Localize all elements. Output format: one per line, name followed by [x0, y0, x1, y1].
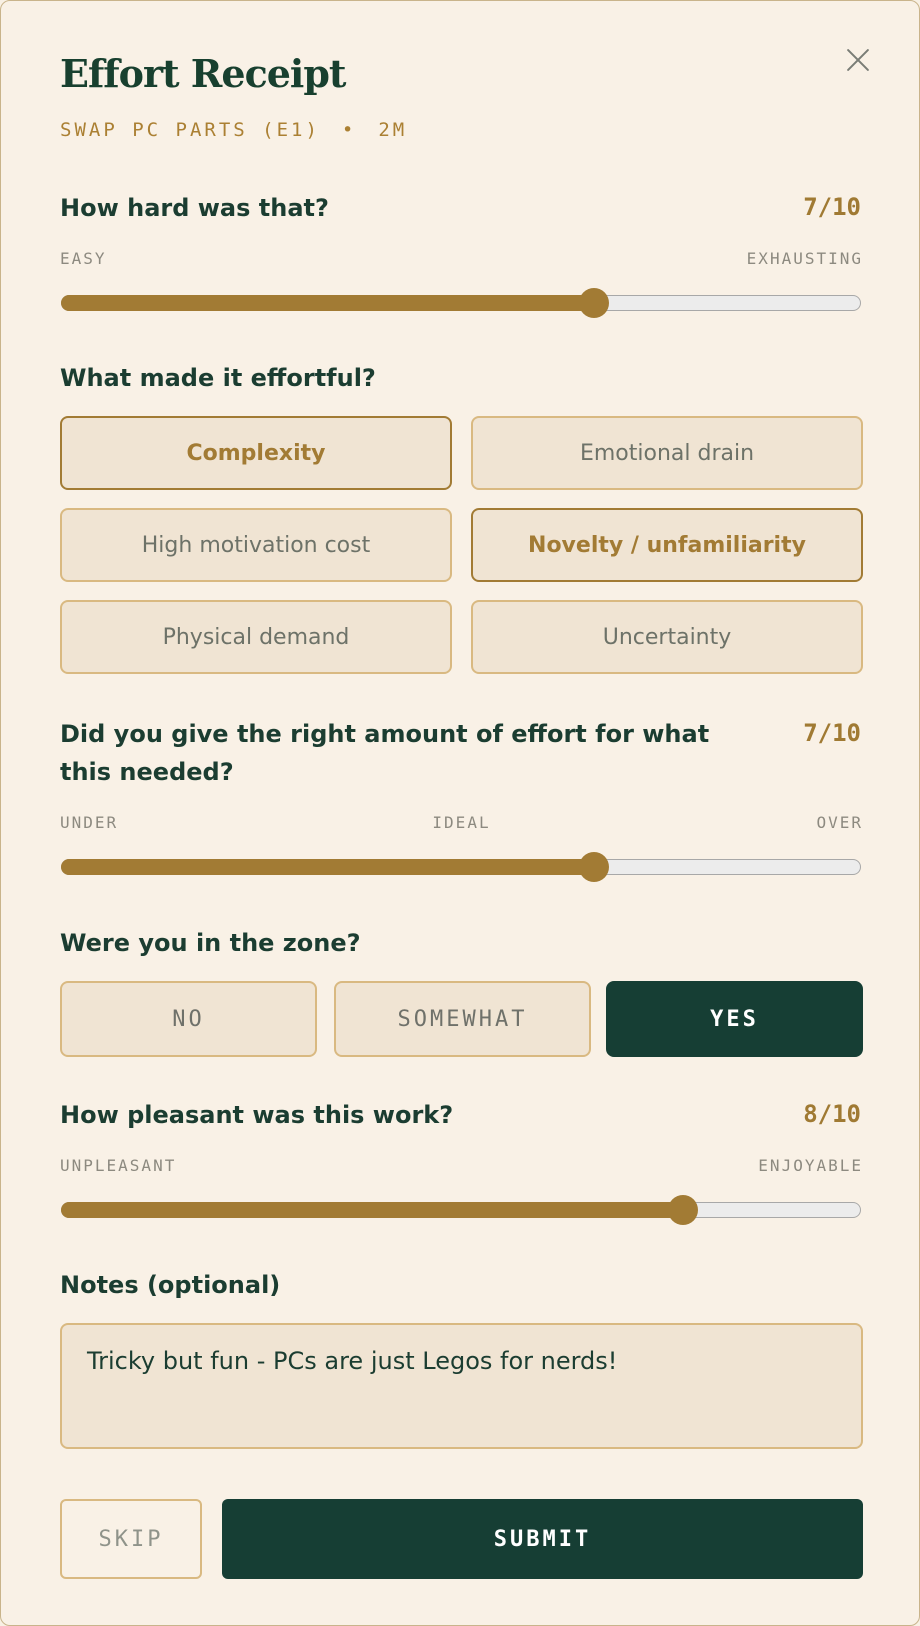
- chip-novelty-unfamiliarity[interactable]: Novelty / unfamiliarity: [471, 508, 863, 582]
- difficulty-min-label: EASY: [60, 249, 107, 268]
- effort-amount-slider[interactable]: [61, 852, 861, 882]
- zone-question: Were you in the zone?: [60, 929, 361, 957]
- pleasantness-slider-fill: [61, 1201, 683, 1218]
- chip-uncertainty[interactable]: Uncertainty: [471, 600, 863, 674]
- notes-label: Notes (optional): [60, 1271, 281, 1299]
- pleasantness-slider-thumb[interactable]: [667, 1195, 698, 1225]
- separator-dot: •: [341, 119, 357, 141]
- effort-receipt-dialog: Effort Receipt SWAP PC PARTS (E1) • 2M How…: [0, 0, 920, 1626]
- chip-high-motivation-cost[interactable]: High motivation cost: [60, 508, 452, 582]
- difficulty-question: How hard was that?: [60, 194, 329, 222]
- difficulty-score: 7/10: [803, 193, 861, 221]
- chip-emotional-drain[interactable]: Emotional drain: [471, 416, 863, 490]
- skip-button[interactable]: SKIP: [60, 1499, 202, 1579]
- chip-physical-demand[interactable]: Physical demand: [60, 600, 452, 674]
- effort-amount-slider-fill: [61, 858, 594, 875]
- notes-textarea[interactable]: Tricky but fun - PCs are just Legos for …: [60, 1323, 863, 1449]
- submit-button[interactable]: SUBMIT: [222, 1499, 863, 1579]
- zone-no-button[interactable]: NO: [60, 981, 317, 1057]
- chip-complexity[interactable]: Complexity: [60, 416, 452, 490]
- pleasantness-max-label: ENJOYABLE: [758, 1156, 863, 1175]
- effort-amount-question: Did you give the right amount of effort …: [60, 720, 710, 786]
- dialog-title: Effort Receipt: [60, 51, 346, 96]
- close-icon[interactable]: [843, 45, 873, 75]
- effort-amount-score: 7/10: [803, 719, 861, 747]
- task-subtitle: SWAP PC PARTS (E1) • 2M: [60, 119, 407, 141]
- pleasantness-slider[interactable]: [61, 1195, 861, 1225]
- effort-amount-mid-label: IDEAL: [432, 813, 491, 832]
- task-name: SWAP PC PARTS (E1): [60, 119, 320, 141]
- pleasantness-score: 8/10: [803, 1100, 861, 1128]
- effortful-question: What made it effortful?: [60, 364, 376, 392]
- zone-somewhat-button[interactable]: SOMEWHAT: [334, 981, 591, 1057]
- zone-yes-button[interactable]: YES: [606, 981, 863, 1057]
- difficulty-slider[interactable]: [61, 288, 861, 318]
- effort-amount-slider-thumb[interactable]: [579, 852, 609, 882]
- difficulty-slider-thumb[interactable]: [579, 288, 609, 318]
- difficulty-max-label: EXHAUSTING: [746, 249, 863, 268]
- task-duration: 2M: [378, 119, 408, 141]
- pleasantness-min-label: UNPLEASANT: [60, 1156, 177, 1175]
- pleasantness-question: How pleasant was this work?: [60, 1101, 454, 1129]
- effort-amount-max-label: OVER: [816, 813, 863, 832]
- effort-amount-min-label: UNDER: [60, 813, 119, 832]
- difficulty-slider-fill: [61, 294, 594, 311]
